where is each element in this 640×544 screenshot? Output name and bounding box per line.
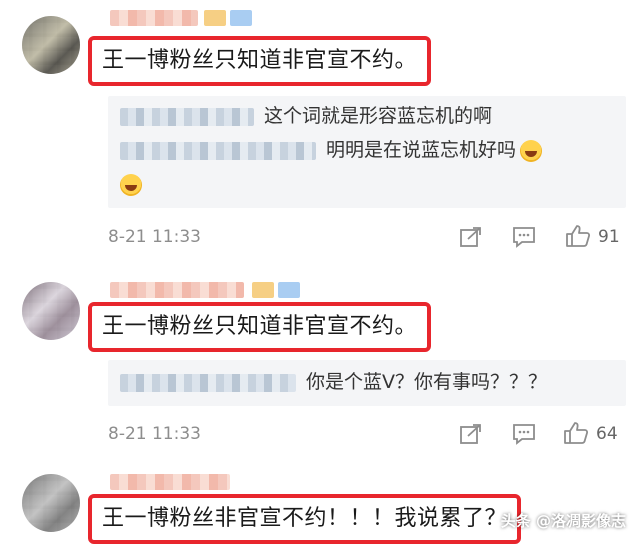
reply-item[interactable]: 你是个蓝V？你有事吗？？？ <box>120 368 547 396</box>
reply-username-blurred[interactable] <box>120 141 316 160</box>
reply-username-blurred[interactable] <box>120 107 254 126</box>
laughing-emoji-icon <box>520 139 543 162</box>
username-blurred[interactable] <box>110 282 244 298</box>
timestamp: 8-21 11:33 <box>108 227 201 247</box>
user-badge <box>278 282 300 298</box>
reply-item[interactable]: 明明是在说蓝忘机好吗 <box>120 136 543 164</box>
comment-text: 王一博粉丝非官宣不约！！！我说累了？ <box>88 494 522 544</box>
avatar[interactable] <box>22 282 80 340</box>
comment-icon[interactable] <box>512 226 536 252</box>
reply-item <box>116 170 142 198</box>
reply-text: 你是个蓝V？你有事吗？？？ <box>306 371 547 393</box>
username-blurred[interactable] <box>110 474 230 490</box>
thumbs-up-icon[interactable] <box>563 421 589 449</box>
laughing-emoji-icon <box>120 173 142 196</box>
reply-username-blurred[interactable] <box>120 373 296 392</box>
user-badge <box>252 282 274 298</box>
comment-text: 王一博粉丝只知道非官宣不约。 <box>88 302 432 352</box>
timestamp: 8-21 11:33 <box>108 424 201 444</box>
user-badge <box>204 10 226 26</box>
comment-icon[interactable] <box>512 423 536 449</box>
username-blurred[interactable] <box>110 10 198 26</box>
like-count: 64 <box>596 424 618 444</box>
reply-box: 你是个蓝V？你有事吗？？？ <box>108 360 626 406</box>
reply-text: 明明是在说蓝忘机好吗 <box>326 139 517 161</box>
avatar[interactable] <box>22 474 80 532</box>
share-icon[interactable] <box>459 423 483 449</box>
thumbs-up-icon[interactable] <box>565 224 591 252</box>
reply-box: 这个词就是形容蓝忘机的啊 明明是在说蓝忘机好吗 <box>108 96 626 208</box>
reply-item[interactable]: 这个词就是形容蓝忘机的啊 <box>120 102 492 130</box>
comment-text: 王一博粉丝只知道非官宣不约。 <box>88 36 432 86</box>
share-icon[interactable] <box>459 226 483 252</box>
watermark: 头条 @洛凋影像志 <box>500 512 626 530</box>
user-badge <box>230 10 252 26</box>
avatar[interactable] <box>22 16 80 74</box>
like-count: 91 <box>598 227 620 247</box>
reply-text: 这个词就是形容蓝忘机的啊 <box>264 105 493 127</box>
